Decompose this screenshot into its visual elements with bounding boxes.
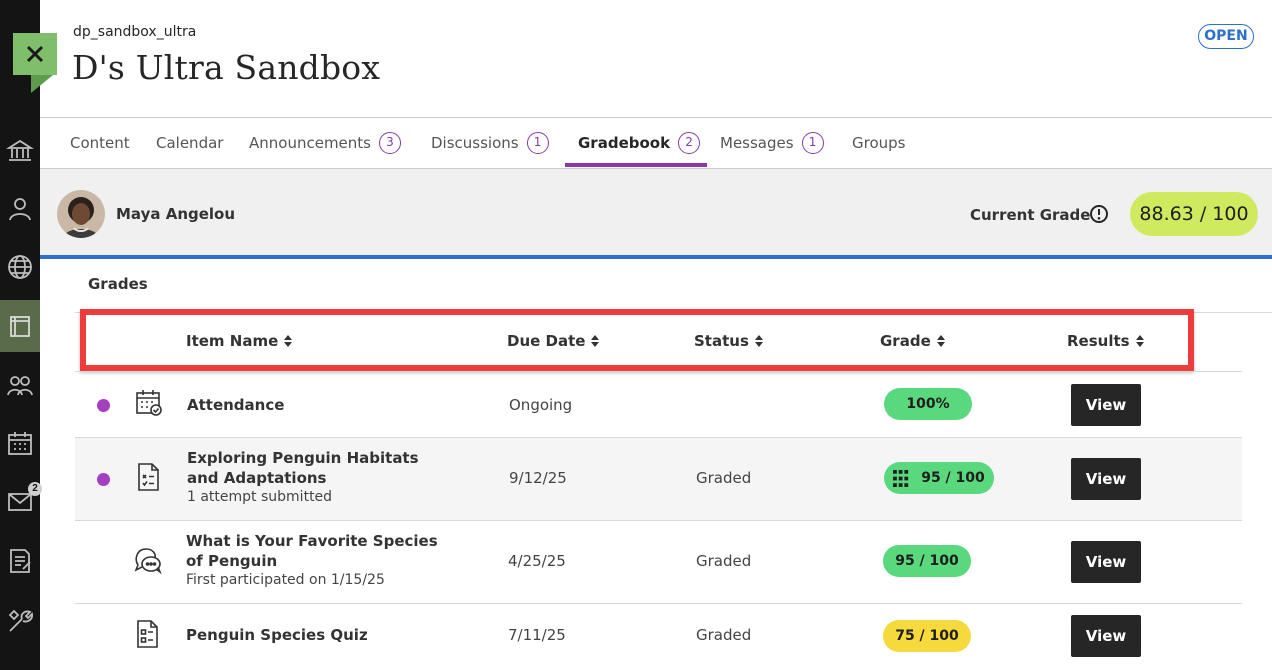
student-name: Maya Angelou bbox=[116, 205, 236, 223]
view-button[interactable]: View bbox=[1071, 541, 1141, 583]
status-text: Graded bbox=[696, 626, 752, 644]
tools-icon[interactable] bbox=[0, 598, 40, 644]
tab-gradebook[interactable]: Gradebook 2 bbox=[578, 118, 701, 168]
course-tabs: Content Calendar Announcements 3 Discussi… bbox=[40, 117, 1272, 169]
item-subtitle: 1 attempt submitted bbox=[187, 489, 333, 505]
new-activity-dot bbox=[97, 473, 110, 486]
table-row: Attendance Ongoing 100% View bbox=[75, 371, 1242, 437]
tab-content[interactable]: Content bbox=[70, 118, 130, 168]
view-button[interactable]: View bbox=[1071, 384, 1141, 426]
institution-icon[interactable] bbox=[0, 128, 40, 174]
tab-count-badge: 1 bbox=[526, 132, 549, 154]
new-activity-dot bbox=[97, 399, 110, 412]
view-button[interactable]: View bbox=[1071, 615, 1141, 657]
item-title[interactable]: What is Your Favorite Species of Penguin bbox=[186, 531, 446, 571]
due-date: Ongoing bbox=[509, 396, 573, 414]
grades-section-title: Grades bbox=[88, 275, 148, 293]
annotation-highlight-box bbox=[80, 309, 1194, 371]
table-row: Exploring Penguin Habitats and Adaptatio… bbox=[75, 437, 1242, 520]
view-button[interactable]: View bbox=[1071, 458, 1141, 500]
item-title[interactable]: Attendance bbox=[187, 395, 284, 415]
active-tab-indicator bbox=[565, 163, 707, 167]
globe-icon[interactable] bbox=[0, 244, 40, 290]
course-id: dp_sandbox_ultra bbox=[73, 24, 197, 40]
current-grade-pill[interactable]: 88.63 / 100 bbox=[1130, 192, 1258, 236]
rubric-icon bbox=[893, 469, 909, 487]
messages-badge: 2 bbox=[28, 482, 42, 496]
grades-icon[interactable] bbox=[0, 538, 40, 584]
student-header-divider bbox=[40, 255, 1272, 259]
grade-pill[interactable]: 100% bbox=[884, 388, 972, 420]
profile-icon[interactable] bbox=[0, 186, 40, 232]
close-x-icon bbox=[26, 45, 44, 63]
due-date: 7/11/25 bbox=[508, 626, 566, 644]
tab-groups[interactable]: Groups bbox=[852, 118, 905, 168]
item-title[interactable]: Exploring Penguin Habitats and Adaptatio… bbox=[187, 448, 447, 488]
table-row: Penguin Species Quiz 7/11/25 Graded 75 /… bbox=[75, 603, 1242, 670]
current-grade-label: Current Grade bbox=[970, 206, 1091, 224]
discussion-icon bbox=[134, 548, 162, 575]
groups-icon[interactable] bbox=[0, 362, 40, 408]
course-title: D's Ultra Sandbox bbox=[72, 48, 381, 87]
due-date: 4/25/25 bbox=[508, 552, 566, 570]
calendar-icon[interactable] bbox=[0, 420, 40, 466]
quiz-icon bbox=[137, 620, 158, 648]
grade-pill[interactable]: 95 / 100 bbox=[883, 545, 971, 577]
avatar bbox=[57, 190, 105, 238]
tab-label: Content bbox=[70, 134, 130, 152]
tab-messages[interactable]: Messages 1 bbox=[720, 118, 824, 168]
tab-label: Calendar bbox=[156, 134, 224, 152]
nav-rail: 2 bbox=[0, 0, 42, 670]
assignment-icon bbox=[138, 463, 159, 491]
grade-pill[interactable]: 95 / 100 bbox=[884, 462, 994, 494]
close-button[interactable] bbox=[13, 33, 57, 93]
tab-label: Messages bbox=[720, 134, 794, 152]
tab-discussions[interactable]: Discussions 1 bbox=[431, 118, 549, 168]
courses-icon[interactable] bbox=[0, 300, 40, 352]
status-text: Graded bbox=[696, 552, 752, 570]
tab-announcements[interactable]: Announcements 3 bbox=[249, 118, 401, 168]
tab-label: Gradebook bbox=[578, 134, 671, 152]
status-text: Graded bbox=[696, 469, 752, 487]
info-icon[interactable] bbox=[1089, 204, 1109, 224]
grade-pill[interactable]: 75 / 100 bbox=[883, 620, 971, 652]
item-title[interactable]: Penguin Species Quiz bbox=[186, 625, 368, 645]
tab-count-badge: 3 bbox=[379, 132, 401, 154]
tab-label: Announcements bbox=[249, 134, 371, 152]
tab-label: Groups bbox=[852, 134, 906, 152]
attendance-calendar-icon bbox=[136, 390, 162, 416]
tab-calendar[interactable]: Calendar bbox=[156, 118, 223, 168]
tab-label: Discussions bbox=[431, 134, 519, 152]
item-subtitle: First participated on 1/15/25 bbox=[186, 572, 385, 588]
course-status-badge[interactable]: OPEN bbox=[1198, 24, 1254, 49]
table-row: What is Your Favorite Species of Penguin… bbox=[75, 520, 1242, 603]
due-date: 9/12/25 bbox=[509, 469, 567, 487]
grade-value: 95 / 100 bbox=[921, 470, 985, 486]
tab-count-badge: 2 bbox=[678, 132, 701, 154]
tab-count-badge: 1 bbox=[801, 132, 824, 154]
